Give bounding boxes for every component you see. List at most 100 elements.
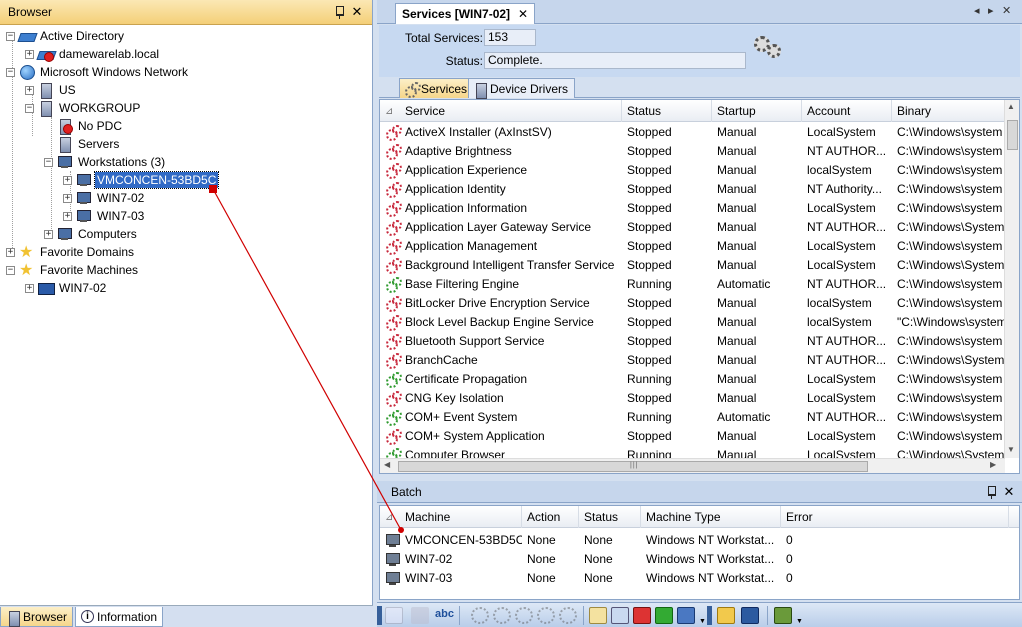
chevron-down-icon[interactable]: ▼ xyxy=(796,618,803,625)
edit-icon[interactable] xyxy=(385,607,403,624)
spell-check-icon[interactable]: abc xyxy=(435,608,454,620)
table-row[interactable]: Base Filtering Engine Running Automatic NT … xyxy=(380,275,1005,294)
collapse-toggle[interactable]: − xyxy=(6,265,15,275)
tree-node-damewarelab[interactable]: + damewarelab.local xyxy=(25,45,161,63)
tab-device-drivers[interactable]: Device Drivers xyxy=(468,78,576,99)
delete-service-icon[interactable] xyxy=(633,607,651,624)
table-row[interactable]: Application Management Stopped Manual Local… xyxy=(380,237,1005,256)
column-header-action[interactable]: Action xyxy=(522,506,579,528)
table-row[interactable]: ActiveX Installer (AxInstSV) Stopped Manua… xyxy=(380,123,1005,142)
table-row[interactable]: CNG Key Isolation Stopped Manual LocalSyste… xyxy=(380,389,1005,408)
column-header-service[interactable]: Service xyxy=(400,100,622,122)
column-header-machine[interactable]: Machine xyxy=(400,506,522,528)
tab-services[interactable]: Services xyxy=(399,78,475,98)
toolbar-grip[interactable] xyxy=(707,606,712,625)
service-resume-icon[interactable] xyxy=(537,607,555,624)
expand-toggle[interactable]: + xyxy=(6,247,15,257)
service-stop-icon[interactable] xyxy=(493,607,511,624)
tree-node-us[interactable]: + US xyxy=(25,81,78,99)
scroll-left-icon[interactable]: ◂ xyxy=(974,4,980,17)
batch-row[interactable]: WIN7-02 None None Windows NT Workstat... 0 xyxy=(380,550,1019,569)
disconnect-machine-icon[interactable] xyxy=(677,607,695,624)
table-row[interactable]: Application Information Stopped Manual Loca… xyxy=(380,199,1005,218)
table-row[interactable]: BitLocker Drive Encryption Service Stoppe… xyxy=(380,294,1005,313)
table-row[interactable]: Background Intelligent Transfer Service S… xyxy=(380,256,1005,275)
tab-services-win7-02[interactable]: Services [WIN7-02] ✕ xyxy=(395,3,536,24)
remote-control-icon[interactable] xyxy=(411,607,429,624)
pin-icon[interactable] xyxy=(984,485,998,499)
connect-machine-icon[interactable] xyxy=(655,607,673,624)
export-icon[interactable] xyxy=(774,607,792,624)
collapse-toggle[interactable]: − xyxy=(25,103,34,113)
close-document-icon[interactable]: ✕ xyxy=(1002,4,1011,17)
tree-node-active-directory[interactable]: − Active Directory xyxy=(6,27,126,45)
column-header-machine-type[interactable]: Machine Type xyxy=(641,506,781,528)
expand-toggle[interactable]: + xyxy=(63,211,72,221)
expand-toggle[interactable]: + xyxy=(25,283,34,293)
scroll-left-icon[interactable]: ◀ xyxy=(384,460,390,469)
properties-icon[interactable] xyxy=(589,607,607,624)
table-row[interactable]: Application Experience Stopped Manual local… xyxy=(380,161,1005,180)
batch-row[interactable]: VMCONCEN-53BD5C None None Windows NT Workst… xyxy=(380,531,1019,550)
scroll-up-icon[interactable]: ▲ xyxy=(1007,102,1015,111)
expand-toggle[interactable]: + xyxy=(63,175,72,185)
table-row[interactable]: Block Level Backup Engine Service Stopped… xyxy=(380,313,1005,332)
save-icon[interactable] xyxy=(741,607,759,624)
expand-toggle[interactable]: + xyxy=(25,85,34,95)
service-restart-icon[interactable] xyxy=(559,607,577,624)
collapse-toggle[interactable]: − xyxy=(6,31,15,41)
vertical-scrollbar[interactable]: ▲ ▼ xyxy=(1004,100,1019,458)
tree-node-win7-02[interactable]: + WIN7-02 xyxy=(63,189,146,207)
expand-toggle[interactable]: + xyxy=(44,229,53,239)
column-header-status[interactable]: Status xyxy=(579,506,641,528)
tree-node-no-pdc[interactable]: No PDC xyxy=(44,117,124,135)
scroll-down-icon[interactable]: ▼ xyxy=(1007,445,1015,454)
horizontal-scrollbar[interactable]: ◀ ||| ▶ xyxy=(380,458,1005,473)
chevron-down-icon[interactable]: ▼ xyxy=(699,618,706,625)
column-header-binary[interactable]: Binary xyxy=(892,100,1005,122)
service-start-icon[interactable] xyxy=(471,607,489,624)
table-row[interactable]: Certificate Propagation Running Manual Loca… xyxy=(380,370,1005,389)
table-row[interactable]: COM+ System Application Stopped Manual Loca… xyxy=(380,427,1005,446)
install-service-icon[interactable] xyxy=(611,607,629,624)
close-tab-icon[interactable]: ✕ xyxy=(518,7,528,21)
table-row[interactable]: BranchCache Stopped Manual NT AUTHOR... C:\W… xyxy=(380,351,1005,370)
tree-node-favorite-win7-02[interactable]: + WIN7-02 xyxy=(25,279,108,297)
batch-row[interactable]: WIN7-03 None None Windows NT Workstat... 0 xyxy=(380,569,1019,588)
tree-node-workstations[interactable]: − Workstations (3) xyxy=(44,153,167,171)
service-pause-icon[interactable] xyxy=(515,607,533,624)
tree-node-microsoft-windows-network[interactable]: − Microsoft Windows Network xyxy=(6,63,190,81)
tree-node-win7-03[interactable]: + WIN7-03 xyxy=(63,207,146,225)
table-row[interactable]: Application Identity Stopped Manual NT Auth… xyxy=(380,180,1005,199)
open-folder-icon[interactable] xyxy=(717,607,735,624)
tree-node-favorite-domains[interactable]: + Favorite Domains xyxy=(6,242,136,262)
close-icon[interactable]: ✕ xyxy=(1002,484,1016,500)
tree-node-favorite-machines[interactable]: − Favorite Machines xyxy=(6,260,140,280)
scrollbar-thumb[interactable] xyxy=(1007,120,1018,150)
close-icon[interactable]: ✕ xyxy=(350,4,364,20)
workstation-icon xyxy=(57,154,73,170)
pin-icon[interactable] xyxy=(332,5,346,19)
table-row[interactable]: COM+ Event System Running Automatic NT AUTH… xyxy=(380,408,1005,427)
column-header-status[interactable]: Status xyxy=(622,100,712,122)
table-row[interactable]: Application Layer Gateway Service Stopped… xyxy=(380,218,1005,237)
tab-information[interactable]: i Information xyxy=(75,607,164,627)
column-header-startup[interactable]: Startup xyxy=(712,100,802,122)
tree-node-vmconcen[interactable]: + VMCONCEN-53BD5C xyxy=(63,171,220,189)
tree-node-label-selected: VMCONCEN-53BD5C xyxy=(93,171,220,189)
tree-node-computers[interactable]: + Computers xyxy=(44,225,139,243)
expand-toggle[interactable]: + xyxy=(25,49,34,59)
column-header-account[interactable]: Account xyxy=(802,100,892,122)
scroll-right-icon[interactable]: ▸ xyxy=(988,4,994,17)
collapse-toggle[interactable]: − xyxy=(44,157,53,167)
tree-node-servers[interactable]: Servers xyxy=(44,135,121,153)
table-row[interactable]: Adaptive Brightness Stopped Manual NT AUTHO… xyxy=(380,142,1005,161)
collapse-toggle[interactable]: − xyxy=(6,67,15,77)
tree-node-workgroup[interactable]: − WORKGROUP xyxy=(25,99,142,117)
table-row[interactable]: Bluetooth Support Service Stopped Manual NT… xyxy=(380,332,1005,351)
column-header-error[interactable]: Error xyxy=(781,506,1009,528)
tab-browser[interactable]: Browser xyxy=(0,607,74,627)
expand-toggle[interactable]: + xyxy=(63,193,72,203)
toolbar-grip[interactable] xyxy=(377,606,382,625)
scroll-right-icon[interactable]: ▶ xyxy=(990,460,996,469)
